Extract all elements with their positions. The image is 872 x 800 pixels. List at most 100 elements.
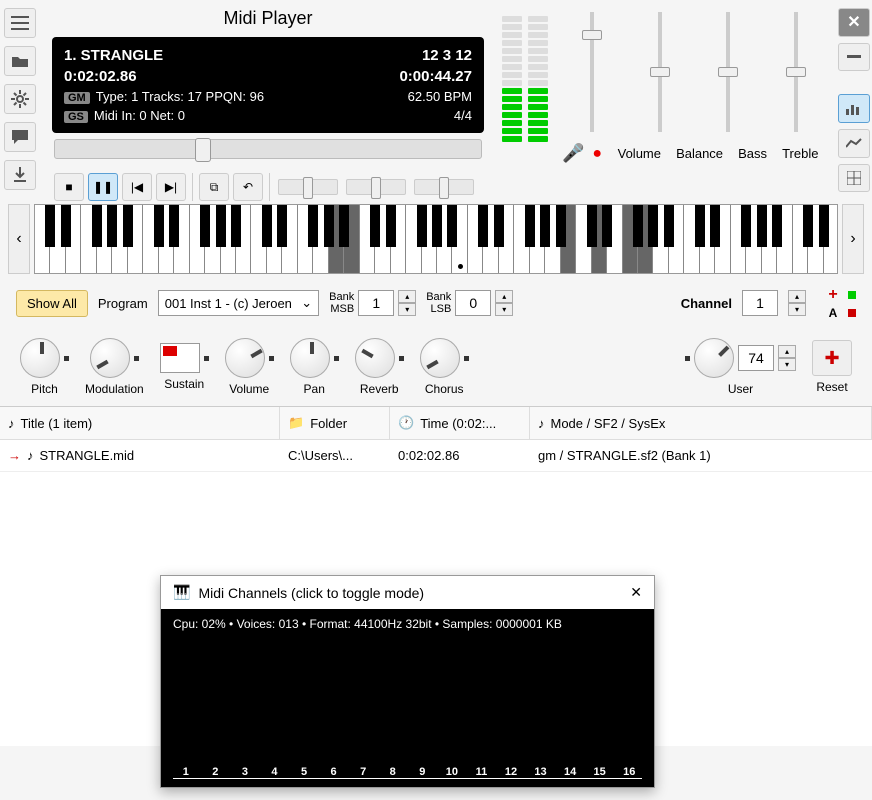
left-toolbar — [0, 0, 42, 200]
user-down[interactable]: ▾ — [778, 358, 796, 371]
pan-knob[interactable] — [290, 338, 330, 378]
tempo-slider[interactable] — [278, 179, 338, 195]
settings-button[interactable] — [4, 84, 36, 114]
channel-up[interactable]: ▴ — [788, 290, 806, 303]
bank-lsb-label: Bank LSB — [426, 291, 451, 315]
popup-title-text: Midi Channels (click to toggle mode) — [198, 585, 424, 601]
pitch-label: Pitch — [31, 382, 58, 396]
bank-msb-input[interactable] — [358, 290, 394, 316]
pitch-slider[interactable] — [346, 179, 406, 195]
bank-msb-down[interactable]: ▾ — [398, 303, 416, 316]
volume-knob[interactable] — [225, 338, 265, 378]
download-button[interactable] — [4, 160, 36, 190]
treble-label: Treble — [782, 146, 818, 161]
program-label: Program — [98, 296, 148, 311]
stop-button[interactable]: ■ — [54, 173, 84, 201]
vu-meters — [498, 8, 558, 192]
view-grid-button[interactable] — [838, 164, 870, 193]
view-chart-button[interactable] — [838, 94, 870, 123]
channels-chart[interactable]: 12345678910111213141516 — [173, 639, 642, 779]
bank-lsb-up[interactable]: ▴ — [495, 290, 513, 303]
midi-channels-popup: 🎹Midi Channels (click to toggle mode) ✕ … — [160, 575, 655, 788]
col-mode[interactable]: Mode / SF2 / SysEx — [551, 416, 666, 431]
col-title[interactable]: Title (1 item) — [21, 416, 93, 431]
mic-icon[interactable]: 🎤 — [562, 143, 584, 164]
status-red-icon — [848, 309, 856, 317]
playlist-row[interactable]: →♪STRANGLE.mid C:\Users\... 0:02:02.86 g… — [0, 440, 872, 472]
modulation-knob[interactable] — [90, 338, 130, 378]
volume-slider[interactable] — [572, 12, 612, 132]
reset-label: Reset — [816, 380, 847, 394]
channel-label: Channel — [681, 296, 732, 311]
piano-scroll-left[interactable]: ‹ — [8, 204, 30, 274]
volume-label: Volume — [618, 146, 661, 161]
time-remaining: 0:00:44.27 — [399, 68, 472, 85]
modulation-label: Modulation — [85, 382, 144, 396]
chorus-label: Chorus — [425, 382, 464, 396]
status-green-icon — [848, 291, 856, 299]
vu-right — [528, 12, 548, 142]
progress-slider[interactable] — [54, 139, 482, 159]
popup-close-button[interactable]: ✕ — [630, 584, 642, 601]
record-icon[interactable]: ● — [592, 145, 602, 163]
menu-button[interactable] — [4, 8, 36, 38]
program-select[interactable]: 001 Inst 1 - (c) Jeroen ⌄ — [158, 290, 319, 316]
reverb-label: Reverb — [360, 382, 399, 396]
piano-scroll-right[interactable]: › — [842, 204, 864, 274]
music-note-icon: ♪ — [8, 416, 15, 431]
bank-lsb-down[interactable]: ▾ — [495, 303, 513, 316]
open-folder-button[interactable] — [4, 46, 36, 76]
bank-msb-label: Bank MSB — [329, 291, 354, 315]
balance-slider[interactable] — [640, 12, 680, 132]
view-graph-button[interactable] — [838, 129, 870, 158]
volume-mini-slider[interactable] — [414, 179, 474, 195]
track-title: 1. STRANGLE — [64, 47, 163, 64]
clock-icon: 🕐 — [398, 415, 414, 431]
bass-slider[interactable] — [708, 12, 748, 132]
undo-button[interactable]: ↶ — [233, 173, 263, 201]
chorus-knob[interactable] — [420, 338, 460, 378]
bpm-display: 62.50 BPM — [408, 89, 472, 104]
reverb-knob[interactable] — [355, 338, 395, 378]
prev-button[interactable]: |◀ — [122, 173, 152, 201]
pitch-knob[interactable] — [20, 338, 60, 378]
gm-badge: GM — [64, 92, 90, 104]
add-button[interactable]: + — [824, 286, 842, 304]
show-all-button[interactable]: Show All — [16, 290, 88, 317]
treble-slider[interactable] — [776, 12, 816, 132]
reset-button[interactable]: ✚ — [812, 340, 852, 376]
sustain-label: Sustain — [164, 377, 204, 391]
sustain-toggle[interactable] — [160, 343, 200, 373]
repeat-button[interactable]: ⧉ — [199, 173, 229, 201]
user-knob[interactable] — [694, 338, 734, 378]
chevron-down-icon: ⌄ — [301, 295, 312, 311]
user-up[interactable]: ▴ — [778, 345, 796, 358]
lcd-display: 1. STRANGLE 12 3 12 0:02:02.86 0:00:44.2… — [52, 37, 484, 133]
net-info: Midi In: 0 Net: 0 — [94, 108, 185, 123]
user-label: User — [728, 382, 753, 396]
gs-badge: GS — [64, 111, 88, 123]
next-button[interactable]: ▶| — [156, 173, 186, 201]
user-value-input[interactable] — [738, 345, 774, 371]
piano-keyboard[interactable] — [34, 204, 838, 274]
col-time[interactable]: Time (0:02:... — [420, 416, 496, 431]
bank-msb-up[interactable]: ▴ — [398, 290, 416, 303]
popup-status-info: Cpu: 02% • Voices: 013 • Format: 44100Hz… — [173, 617, 642, 631]
timesig-display: 4/4 — [454, 108, 472, 123]
folder-icon: 📁 — [288, 415, 304, 431]
a-label: A — [824, 306, 842, 320]
pause-button[interactable]: ❚❚ — [88, 173, 118, 201]
track-counts: 12 3 12 — [422, 47, 472, 64]
volume-knob-label: Volume — [229, 382, 269, 396]
close-button[interactable]: ✕ — [838, 8, 870, 37]
type-info: Type: 1 Tracks: 17 PPQN: 96 — [96, 89, 264, 104]
bass-label: Bass — [738, 146, 767, 161]
comment-button[interactable] — [4, 122, 36, 152]
channel-down[interactable]: ▾ — [788, 303, 806, 316]
bank-lsb-input[interactable] — [455, 290, 491, 316]
col-folder[interactable]: Folder — [310, 416, 347, 431]
channel-input[interactable] — [742, 290, 778, 316]
minimize-button[interactable] — [838, 43, 870, 72]
window-controls: ✕ — [834, 0, 872, 200]
music-note-icon: ♪ — [538, 416, 545, 431]
